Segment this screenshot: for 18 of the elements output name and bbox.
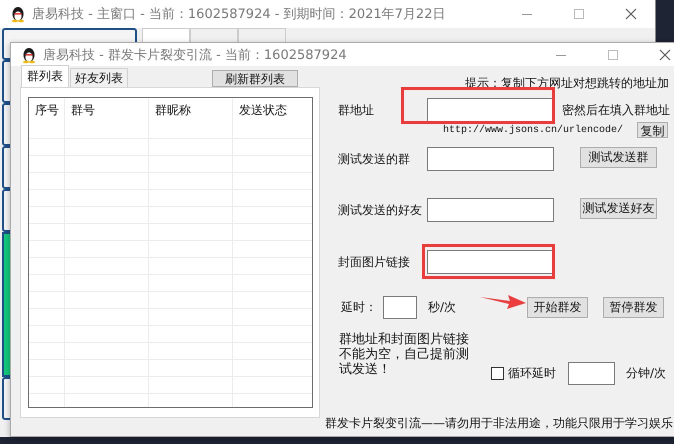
field-label: 测试发送的好友 [338, 202, 423, 218]
column-header: 群号 [65, 98, 149, 122]
field-label: 封面图片链接 [338, 254, 411, 270]
field-label: 延时： [341, 299, 378, 316]
column-header: 群昵称 [149, 98, 233, 122]
window-title: 唐易科技 - 主窗口 - 当前：1602587924 - 到期时间：2021年7月22日 [32, 6, 446, 23]
field-label: 群地址 [338, 102, 375, 118]
unit-text: 分钟/次 [626, 365, 666, 382]
note-text: 密然后在填入群地址 [562, 102, 670, 118]
checkbox-label: 循环延时 [508, 365, 556, 382]
footer-text: 群发卡片裂变引流——请勿用于非法用途，功能只限用于学习娱乐 [325, 415, 674, 432]
column-header: 序号 [29, 98, 65, 122]
warning-text: 群地址和封面图片链接不能为空，自己提前测试发送！ [339, 332, 470, 377]
unit-text: 秒/次 [428, 299, 456, 316]
column-header: 发送状态 [238, 102, 288, 119]
window-title: 唐易科技 - 群发卡片裂变引流 - 当前：1602587924 [43, 46, 347, 64]
url-text: http://www.jsons.cn/urlencode/ [443, 124, 624, 136]
field-label: 测试发送的群 [338, 150, 411, 168]
